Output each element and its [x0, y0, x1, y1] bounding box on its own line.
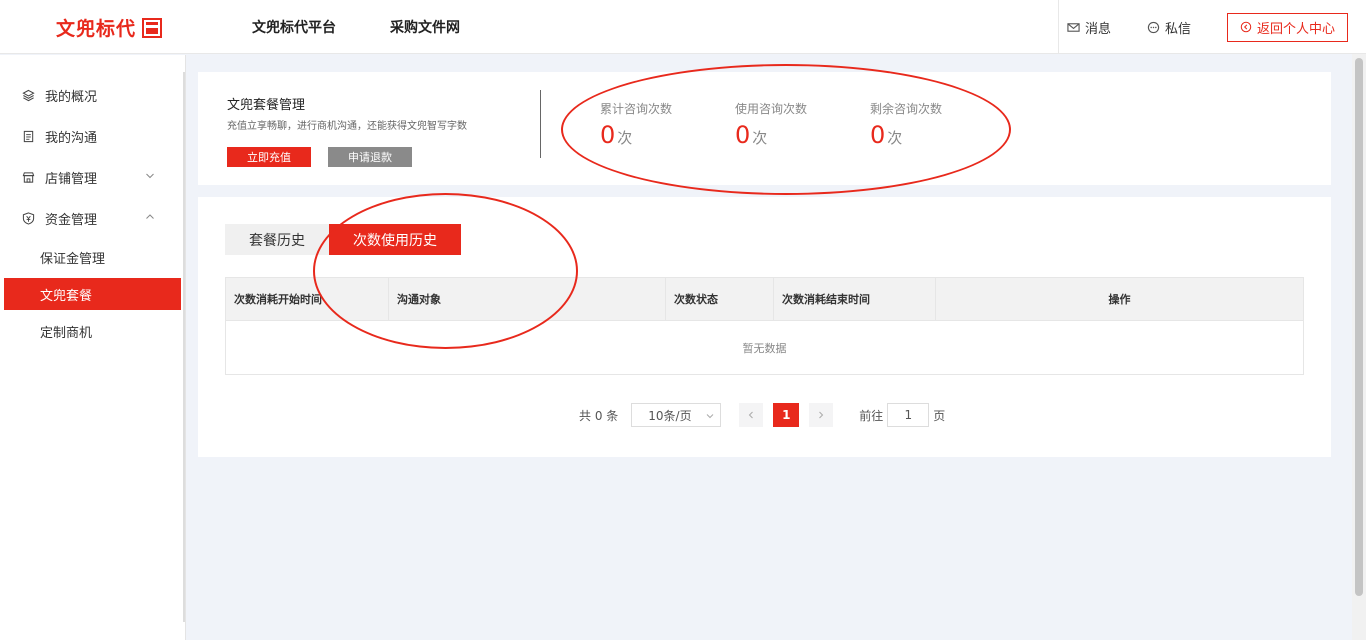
- document-icon: [23, 130, 34, 143]
- next-page-button[interactable]: [809, 403, 834, 427]
- pagination: 共 0 条 10条/页 1 前往 1 页: [579, 403, 945, 427]
- chevron-down-icon: [146, 173, 154, 179]
- sidebar-item-label: 我的概况: [45, 90, 98, 105]
- sidebar-item-funds[interactable]: 资金管理: [0, 198, 185, 239]
- sidebar-scrollbar[interactable]: [183, 72, 185, 622]
- messages-link[interactable]: 消息: [1067, 18, 1111, 37]
- column-header[interactable]: 操作: [936, 278, 1303, 320]
- history-card: 套餐历史 次数使用历史 次数消耗开始时间 沟通对象 次数状态 次数消耗结束时间 …: [198, 197, 1331, 457]
- column-header[interactable]: 沟通对象: [389, 278, 666, 320]
- circle-arrow-icon: [1240, 21, 1252, 33]
- chevron-left-icon: [749, 411, 754, 419]
- tab-package-history[interactable]: 套餐历史: [225, 224, 329, 255]
- table-header: 次数消耗开始时间 沟通对象 次数状态 次数消耗结束时间 操作: [226, 278, 1303, 320]
- stat-total-consultations: 累计咨询次数 0 次: [600, 100, 672, 149]
- sidebar-item-overview[interactable]: 我的概况: [0, 75, 185, 116]
- sidebar-item-label: 我的沟通: [45, 131, 98, 146]
- column-header[interactable]: 次数状态: [666, 278, 774, 320]
- sidebar-item-label: 店铺管理: [45, 172, 98, 187]
- page-size-value: 10条/页: [648, 408, 692, 423]
- stat-number: 0: [600, 121, 616, 149]
- column-header[interactable]: 次数消耗开始时间: [226, 278, 389, 320]
- refund-button[interactable]: 申请退款: [328, 147, 412, 167]
- stat-number: 0: [870, 121, 886, 149]
- vertical-divider: [540, 90, 541, 158]
- layers-icon: [22, 89, 35, 102]
- stat-remaining-consultations: 剩余咨询次数 0 次: [870, 100, 942, 149]
- page-size-select[interactable]: 10条/页: [631, 403, 722, 427]
- header-divider: [1057, 0, 1059, 54]
- stat-unit: 次: [617, 129, 633, 147]
- logo-mark-icon: [142, 17, 163, 38]
- header-actions: 消息 私信 返回个人中心: [1057, 0, 1348, 54]
- stat-used-consultations: 使用咨询次数 0 次: [735, 100, 807, 149]
- sidebar-item-store[interactable]: 店铺管理: [0, 157, 185, 198]
- history-tabs: 套餐历史 次数使用历史: [225, 224, 461, 255]
- scrollbar-thumb[interactable]: [1355, 58, 1363, 596]
- chat-bubble-icon: [1147, 21, 1160, 33]
- private-message-label: 私信: [1164, 21, 1191, 37]
- sidebar-subitem-package[interactable]: 文兜套餐: [4, 278, 181, 310]
- usage-history-table: 次数消耗开始时间 沟通对象 次数状态 次数消耗结束时间 操作 暂无数据: [225, 277, 1304, 375]
- recharge-button[interactable]: 立即充值: [227, 147, 311, 167]
- nav-procurement-link[interactable]: 采购文件网: [390, 17, 460, 37]
- messages-label: 消息: [1084, 21, 1111, 37]
- prev-page-button[interactable]: [739, 403, 764, 427]
- stat-label: 使用咨询次数: [735, 102, 808, 116]
- sidebar: 我的概况 我的沟通 店铺管理 资金管理 保证金管理 文兜套餐 定制商机: [0, 55, 186, 640]
- empty-state: 暂无数据: [226, 320, 1303, 374]
- stat-label: 剩余咨询次数: [870, 102, 943, 116]
- stat-value: 0 次: [870, 121, 942, 149]
- page-number-current[interactable]: 1: [773, 403, 800, 427]
- chevron-up-icon: [146, 214, 154, 219]
- stat-number: 0: [735, 121, 751, 149]
- stat-unit: 次: [887, 129, 903, 147]
- chevron-down-icon: [706, 414, 714, 419]
- stat-value: 0 次: [600, 121, 672, 149]
- package-summary-card: 文兜套餐管理 充值立享畅聊，进行商机沟通，还能获得文兜智写字数 立即充值 申请退…: [198, 72, 1331, 185]
- page-suffix-label: 页: [933, 408, 946, 423]
- goto-label: 前往: [859, 408, 884, 423]
- tab-usage-history[interactable]: 次数使用历史: [329, 224, 461, 255]
- logo-text: 文兜标代: [56, 18, 137, 40]
- back-to-profile-label: 返回个人中心: [1256, 21, 1335, 37]
- back-to-profile-button[interactable]: 返回个人中心: [1226, 12, 1348, 42]
- store-icon: [22, 172, 35, 183]
- package-title: 文兜套餐管理: [227, 98, 306, 113]
- chevron-right-icon: [819, 411, 824, 419]
- package-description: 充值立享畅聊，进行商机沟通，还能获得文兜智写字数: [227, 121, 467, 132]
- total-count: 共 0 条: [579, 408, 619, 423]
- sidebar-subitem-custom-opportunity[interactable]: 定制商机: [0, 313, 185, 350]
- private-message-link[interactable]: 私信: [1147, 18, 1191, 37]
- sidebar-subitem-deposit[interactable]: 保证金管理: [0, 239, 185, 276]
- sidebar-item-label: 资金管理: [45, 213, 98, 228]
- stat-label: 累计咨询次数: [600, 102, 673, 116]
- goto-page-input[interactable]: 1: [887, 403, 930, 427]
- page-scrollbar[interactable]: [1352, 54, 1366, 640]
- top-header: 文兜标代 文兜标代平台 采购文件网 消息 私信 返回个人中心: [0, 0, 1366, 54]
- sidebar-item-communication[interactable]: 我的沟通: [0, 116, 185, 157]
- mail-icon: [1067, 22, 1080, 32]
- stat-value: 0 次: [735, 121, 807, 149]
- shield-yen-icon: [22, 212, 35, 225]
- logo[interactable]: 文兜标代: [56, 14, 163, 41]
- top-nav: 文兜标代平台 采购文件网: [252, 0, 460, 54]
- nav-platform-link[interactable]: 文兜标代平台: [252, 17, 336, 37]
- column-header[interactable]: 次数消耗结束时间: [774, 278, 936, 320]
- stat-unit: 次: [752, 129, 768, 147]
